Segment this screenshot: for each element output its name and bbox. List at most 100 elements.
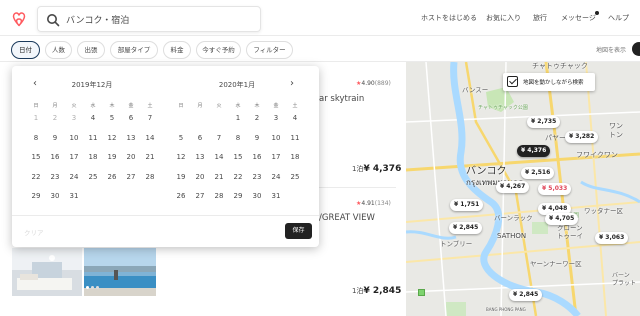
calendar-day[interactable]: 27 — [123, 173, 139, 181]
calendar-day[interactable]: 8 — [230, 134, 246, 142]
calendar-day[interactable]: 4 — [287, 114, 303, 122]
airbnb-logo-icon[interactable] — [9, 9, 29, 29]
calendar-day[interactable]: 10 — [268, 134, 284, 142]
calendar-day[interactable]: 25 — [287, 173, 303, 181]
search-input[interactable]: バンコク・宿泊 — [66, 13, 129, 26]
listing-rating: ★4.90(889) — [356, 80, 391, 87]
calendar-day[interactable]: 26 — [104, 173, 120, 181]
calendar-day[interactable]: 28 — [211, 192, 227, 200]
listing-photo[interactable] — [12, 248, 82, 296]
weekday-label: 土 — [292, 103, 298, 109]
calendar-day[interactable]: 29 — [28, 192, 44, 200]
listing-title[interactable]: ar skytrain — [319, 94, 364, 104]
map-price-pin[interactable]: ¥ 5,033 — [538, 183, 572, 195]
nav-host[interactable]: ホストをはじめる — [421, 13, 477, 23]
calendar-day[interactable]: 14 — [211, 153, 227, 161]
map-price-pin[interactable]: ¥ 4,267 — [496, 181, 530, 193]
map-toggle-switch[interactable] — [632, 42, 640, 56]
calendar-day[interactable]: 3 — [268, 114, 284, 122]
calendar-day[interactable]: 10 — [66, 134, 82, 142]
month-title: 2019年12月 — [71, 81, 113, 89]
listing-title[interactable]: /GREAT VIEW — [319, 213, 375, 223]
map-price-pin[interactable]: ¥ 1,751 — [450, 199, 484, 211]
calendar-day[interactable]: 18 — [85, 153, 101, 161]
calendar-day[interactable]: 26 — [173, 192, 189, 200]
calendar-day[interactable]: 1 — [230, 114, 246, 122]
nav-help[interactable]: ヘルプ — [608, 13, 629, 23]
nav-trips[interactable]: 旅行 — [533, 13, 547, 23]
map-price-pin[interactable]: ¥ 2,516 — [521, 167, 555, 179]
calendar-day[interactable]: 11 — [287, 134, 303, 142]
calendar-day[interactable]: 13 — [192, 153, 208, 161]
calendar-day[interactable]: 22 — [28, 173, 44, 181]
calendar-day[interactable]: 9 — [47, 134, 63, 142]
calendar-day[interactable]: 15 — [28, 153, 44, 161]
map-label-bangrak: バーンラック — [494, 214, 533, 222]
filter-guests[interactable]: 人数 — [45, 41, 72, 59]
calendar-day[interactable]: 18 — [287, 153, 303, 161]
search-as-map-moves-checkbox[interactable]: 地図を動かしながら検索 — [503, 73, 595, 91]
calendar-day[interactable]: 19 — [104, 153, 120, 161]
month-title: 2020年1月 — [218, 81, 256, 89]
calendar-day[interactable]: 17 — [66, 153, 82, 161]
map-label-huai-khwang: フワイクワン — [576, 151, 618, 159]
calendar-day[interactable]: 5 — [173, 134, 189, 142]
calendar-day[interactable]: 23 — [249, 173, 265, 181]
calendar-day[interactable]: 17 — [268, 153, 284, 161]
map-price-pin[interactable]: ¥ 2,735 — [527, 116, 561, 128]
map-price-pin[interactable]: ¥ 3,063 — [595, 232, 629, 244]
map-price-pin[interactable]: ¥ 2,845 — [449, 222, 483, 234]
calendar-day[interactable]: 22 — [230, 173, 246, 181]
search-bar[interactable]: バンコク・宿泊 — [37, 6, 261, 32]
filter-business[interactable]: 出張 — [77, 41, 105, 59]
calendar-day[interactable]: 31 — [66, 192, 82, 200]
calendar-day[interactable]: 13 — [123, 134, 139, 142]
calendar-day[interactable]: 20 — [123, 153, 139, 161]
calendar-day[interactable]: 15 — [230, 153, 246, 161]
calendar-day[interactable]: 12 — [173, 153, 189, 161]
map-price-pin[interactable]: ¥ 2,845 — [509, 289, 543, 301]
calendar-day[interactable]: 14 — [142, 134, 158, 142]
filter-instant-book[interactable]: 今すぐ予約 — [196, 41, 241, 59]
map-price-pin-selected[interactable]: ¥ 4,376 — [517, 145, 551, 157]
filter-dates[interactable]: 日付 — [11, 41, 40, 59]
calendar-day[interactable]: 30 — [47, 192, 63, 200]
calendar-day[interactable]: 12 — [104, 134, 120, 142]
calendar-day[interactable]: 6 — [123, 114, 139, 122]
calendar-day[interactable]: 16 — [47, 153, 63, 161]
calendar-day[interactable]: 21 — [142, 153, 158, 161]
calendar-day[interactable]: 29 — [230, 192, 246, 200]
calendar-day[interactable]: 7 — [142, 114, 158, 122]
calendar-day[interactable]: 2 — [249, 114, 265, 122]
save-dates-button[interactable]: 保存 — [285, 223, 312, 239]
calendar-day[interactable]: 31 — [268, 192, 284, 200]
checkbox-checked-icon[interactable] — [507, 76, 518, 87]
calendar-day[interactable]: 16 — [249, 153, 265, 161]
filter-room-type[interactable]: 部屋タイプ — [110, 41, 158, 59]
calendar-day[interactable]: 20 — [192, 173, 208, 181]
calendar-day[interactable]: 25 — [85, 173, 101, 181]
calendar-day[interactable]: 9 — [249, 134, 265, 142]
weekday-label: 月 — [52, 103, 58, 109]
filter-price[interactable]: 料金 — [163, 41, 191, 59]
calendar-day[interactable]: 8 — [28, 134, 44, 142]
clear-dates-button[interactable]: クリア — [24, 227, 44, 237]
filter-more[interactable]: フィルター — [246, 41, 293, 59]
calendar-day[interactable]: 19 — [173, 173, 189, 181]
calendar-day[interactable]: 28 — [142, 173, 158, 181]
map-price-pin[interactable]: ¥ 3,282 — [565, 131, 599, 143]
calendar-day[interactable]: 21 — [211, 173, 227, 181]
calendar-day[interactable]: 24 — [66, 173, 82, 181]
calendar-day[interactable]: 4 — [85, 114, 101, 122]
nav-messages[interactable]: メッセージ — [561, 13, 596, 23]
calendar-day[interactable]: 11 — [85, 134, 101, 142]
nav-favorites[interactable]: お気に入り — [486, 13, 521, 23]
calendar-day[interactable]: 23 — [47, 173, 63, 181]
calendar-day[interactable]: 27 — [192, 192, 208, 200]
map-price-pin[interactable]: ¥ 4,705 — [545, 213, 579, 225]
calendar-day[interactable]: 30 — [249, 192, 265, 200]
calendar-day[interactable]: 24 — [268, 173, 284, 181]
calendar-day[interactable]: 7 — [211, 134, 227, 142]
calendar-day[interactable]: 5 — [104, 114, 120, 122]
calendar-day[interactable]: 6 — [192, 134, 208, 142]
